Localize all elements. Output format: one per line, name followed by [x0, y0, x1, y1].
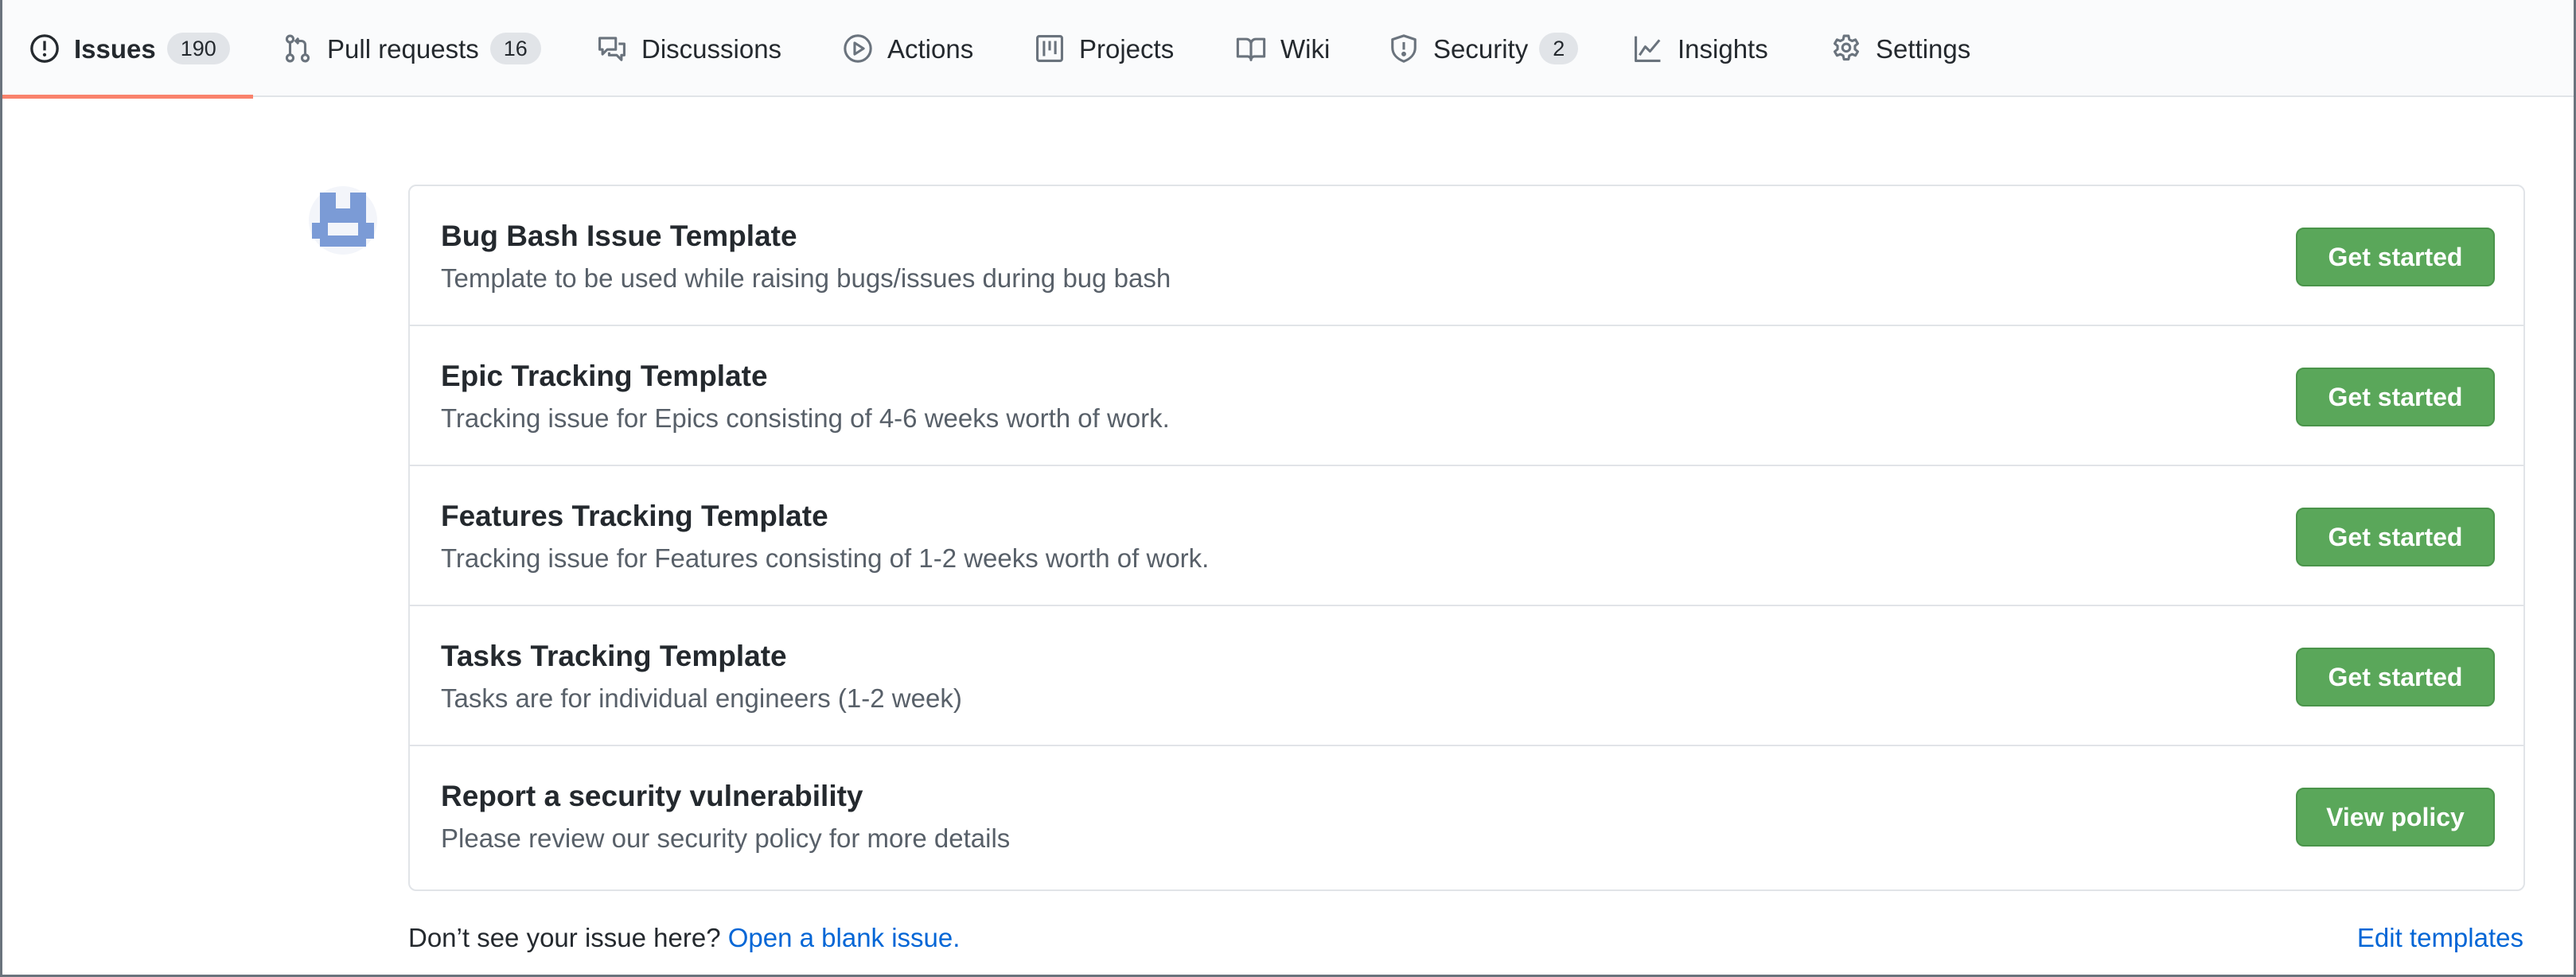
avatar[interactable]	[309, 186, 377, 255]
tab-label: Pull requests	[327, 33, 479, 64]
template-title: Tasks Tracking Template	[441, 640, 787, 672]
tab-insights[interactable]: Insights	[1633, 0, 1768, 97]
template-description: Tracking issue for Features consisting o…	[441, 543, 1210, 573]
play-icon	[843, 33, 873, 64]
project-icon	[1035, 33, 1065, 64]
tab-wiki[interactable]: Wiki	[1236, 0, 1330, 97]
security-counter: 2	[1539, 33, 1579, 64]
template-title: Features Tracking Template	[441, 500, 828, 532]
tab-label: Security	[1433, 33, 1529, 64]
tab-label: Wiki	[1280, 33, 1331, 64]
template-description: Tasks are for individual engineers (1-2 …	[441, 683, 962, 713]
tab-settings[interactable]: Settings	[1831, 0, 1970, 97]
tab-security[interactable]: Security 2	[1389, 0, 1579, 97]
template-row: Bug Bash Issue Template Template to be u…	[410, 186, 2523, 326]
git-pull-request-icon	[283, 33, 313, 64]
get-started-button[interactable]: Get started	[2296, 368, 2495, 426]
template-title: Bug Bash Issue Template	[441, 220, 797, 252]
selected-tab-underline	[2, 95, 253, 99]
template-description: Tracking issue for Epics consisting of 4…	[441, 403, 1170, 433]
template-row: Report a security vulnerability Please r…	[410, 746, 2523, 886]
template-title: Report a security vulnerability	[441, 780, 863, 812]
graph-icon	[1633, 33, 1663, 64]
template-title: Epic Tracking Template	[441, 360, 768, 392]
tab-label: Discussions	[641, 33, 782, 64]
book-icon	[1236, 33, 1266, 64]
tab-label: Insights	[1678, 33, 1768, 64]
tab-pull-requests[interactable]: Pull requests 16	[283, 0, 541, 97]
tab-label: Projects	[1079, 33, 1175, 64]
pull-requests-counter: 16	[489, 33, 541, 64]
repo-nav: Issues 190 Pull requests 16 Discussions …	[2, 0, 2574, 99]
edit-templates-link[interactable]: Edit templates	[2357, 923, 2523, 953]
view-policy-button[interactable]: View policy	[2296, 788, 2495, 847]
get-started-button[interactable]: Get started	[2296, 648, 2495, 706]
tab-issues[interactable]: Issues 190	[2, 0, 253, 99]
tab-discussions[interactable]: Discussions	[597, 0, 781, 97]
open-blank-issue-link[interactable]: Open a blank issue.	[728, 923, 961, 952]
template-description: Template to be used while raising bugs/i…	[441, 263, 1171, 293]
tab-projects[interactable]: Projects	[1035, 0, 1174, 97]
tab-label: Actions	[887, 33, 974, 64]
footer-prompt-text: Don’t see your issue here?	[408, 923, 728, 952]
shield-icon	[1389, 33, 1419, 64]
get-started-button[interactable]: Get started	[2296, 228, 2495, 286]
get-started-button[interactable]: Get started	[2296, 508, 2495, 566]
template-row: Features Tracking Template Tracking issu…	[410, 466, 2523, 606]
template-row: Epic Tracking Template Tracking issue fo…	[410, 326, 2523, 466]
gear-icon	[1831, 33, 1861, 64]
tab-label: Settings	[1876, 33, 1971, 64]
tab-label: Issues	[74, 33, 156, 64]
issues-counter: 190	[166, 33, 230, 64]
tab-actions[interactable]: Actions	[843, 0, 973, 97]
template-row: Tasks Tracking Template Tasks are for in…	[410, 606, 2523, 746]
issue-opened-icon	[29, 33, 60, 64]
issue-templates-list: Bug Bash Issue Template Template to be u…	[408, 185, 2525, 891]
footer-prompt: Don’t see your issue here? Open a blank …	[408, 923, 960, 953]
template-description: Please review our security policy for mo…	[441, 823, 1011, 853]
comment-discussion-icon	[597, 33, 627, 64]
